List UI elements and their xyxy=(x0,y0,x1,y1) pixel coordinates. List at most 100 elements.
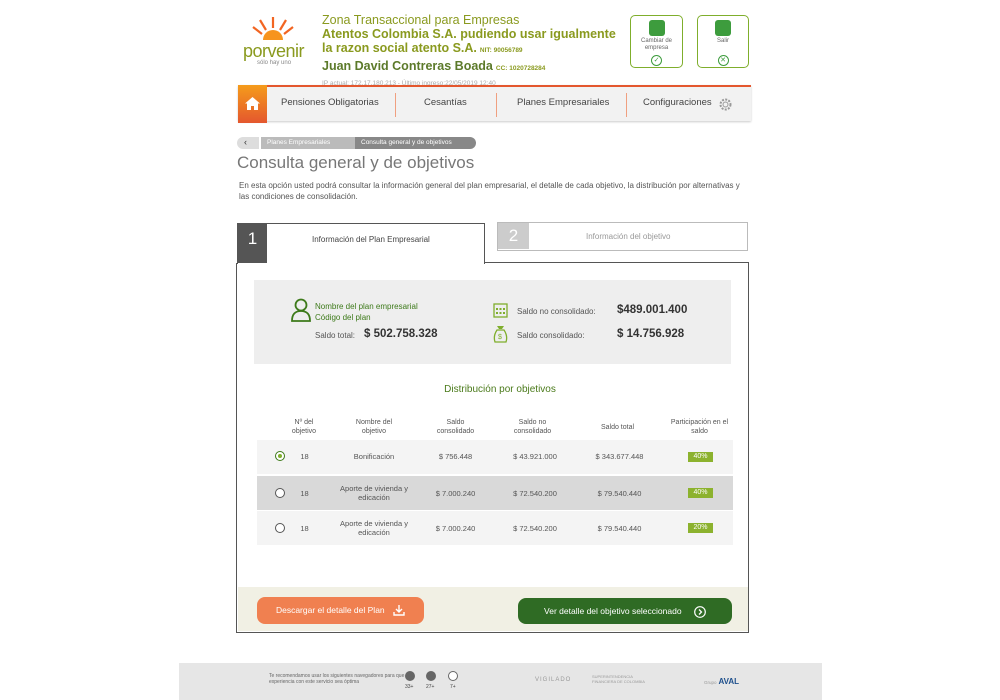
nav-planes[interactable]: Planes Empresariales xyxy=(517,97,609,108)
brand-name: porvenir xyxy=(243,41,305,61)
col-header-consolidated: Saldo consolidado xyxy=(436,419,475,435)
row-unconsolidated: $ 72.540.200 xyxy=(513,489,557,498)
home-icon xyxy=(245,97,260,110)
col-header-name: Nombre del objetivo xyxy=(355,419,393,435)
page-title: Consulta general y de objetivos xyxy=(237,153,475,172)
plan-code-label: Código del plan xyxy=(315,313,371,322)
svg-text:$: $ xyxy=(498,334,502,341)
brand-tagline: sólo hay uno xyxy=(257,60,292,66)
consolidated-value: $ 14.756.928 xyxy=(617,328,685,340)
nav-divider xyxy=(496,93,497,117)
unconsolidated-label: Saldo no consolidado: xyxy=(517,307,596,316)
page-footer: Te recomendamos usar los siguientes nave… xyxy=(179,663,822,700)
company-name-line1: Atentos Colombia S.A. pudiendo usar igua… xyxy=(322,27,616,41)
logout-button[interactable]: Salir ✕ xyxy=(697,15,749,68)
change-company-label: Cambiar de empresa xyxy=(640,38,672,51)
row-number: 18 xyxy=(300,524,309,533)
row-name: Aporte de vivienda y edicación xyxy=(340,519,408,537)
breadcrumb-planes[interactable]: Planes Empresariales xyxy=(261,137,361,149)
row-consolidated: $ 7.000.240 xyxy=(435,489,476,498)
aval-label: AVAL xyxy=(718,677,740,686)
view-objective-button[interactable]: Ver detalle del objetivo seleccionado xyxy=(518,598,732,624)
firefox-icon[interactable] xyxy=(426,671,436,681)
unconsolidated-value: $489.001.400 xyxy=(617,304,688,316)
zone-title: Zona Transaccional para Empresas xyxy=(322,13,520,27)
row-share: 20% xyxy=(688,523,713,533)
nav-divider xyxy=(395,93,396,117)
logout-label: Salir xyxy=(716,38,729,44)
total-label: Saldo total: xyxy=(315,331,356,340)
row-consolidated: $ 7.000.240 xyxy=(435,524,476,533)
gear-icon[interactable] xyxy=(718,97,733,112)
tab-number: 2 xyxy=(498,223,529,249)
nav-cesantias[interactable]: Cesantías xyxy=(424,97,467,108)
nav-configuraciones[interactable]: Configuraciones xyxy=(643,97,712,108)
grupo-aval-logo: Grupo AVAL xyxy=(704,677,739,686)
back-icon[interactable]: ‹ xyxy=(237,137,259,149)
superintendencia-label: SUPERINTENDENCIA FINANCIERA DE COLOMBIA xyxy=(592,674,645,684)
check-icon: ✓ xyxy=(651,55,662,66)
header-info: Zona Transaccional para Empresas Atentos… xyxy=(322,13,622,87)
main-nav: Pensiones Obligatorias Cesantías Planes … xyxy=(238,85,751,123)
table-row[interactable]: 18 Bonificación $ 756.448 $ 43.921.000 $… xyxy=(257,440,733,474)
arrow-right-icon xyxy=(694,605,706,618)
tab-label: Información del Plan Empresarial xyxy=(312,235,430,244)
close-icon: ✕ xyxy=(717,55,729,66)
exit-icon xyxy=(715,20,731,36)
row-total: $ 79.540.440 xyxy=(597,524,642,533)
plan-summary: Nombre del plan empresarial Código del p… xyxy=(254,280,731,364)
company-name-line2: la razon social atento S.A. xyxy=(322,41,477,55)
home-button[interactable] xyxy=(238,85,267,123)
table-row[interactable]: 18 Aporte de vivienda y edicación $ 7.00… xyxy=(257,476,733,510)
distribution-title: Distribución por objetivos xyxy=(444,384,556,395)
sun-icon xyxy=(251,16,295,40)
user-name: Juan David Contreras Boada xyxy=(322,59,493,73)
tab-label: Información del objetivo xyxy=(586,232,671,241)
table-row[interactable]: 18 Aporte de vivienda y edicación $ 7.00… xyxy=(257,511,733,545)
col-header-unconsolidated: Saldo no consolidado xyxy=(513,419,552,435)
row-total: $ 79.540.440 xyxy=(597,489,642,498)
view-objective-label: Ver detalle del objetivo seleccionado xyxy=(544,606,682,616)
porvenir-logo: porvenir sólo hay uno xyxy=(243,16,305,66)
change-company-button[interactable]: Cambiar de empresa ✓ xyxy=(630,15,683,68)
safari-icon[interactable] xyxy=(448,671,458,681)
calendar-icon xyxy=(493,303,508,318)
page-description: En esta opción usted podrá consultar la … xyxy=(239,181,740,201)
cc-label: CC: 1020728284 xyxy=(495,65,546,72)
user-icon xyxy=(291,298,311,322)
firefox-version: 27+ xyxy=(426,684,435,690)
tab-objective-info[interactable]: 2 Información del objetivo xyxy=(497,222,748,251)
breadcrumb-current: Consulta general y de objetivos xyxy=(355,137,476,149)
download-label: Descargar el detalle del Plan xyxy=(275,605,385,615)
nav-divider xyxy=(626,93,627,117)
row-number: 18 xyxy=(300,452,309,461)
chrome-version: 33+ xyxy=(405,684,414,690)
col-header-share: Participación en el saldo xyxy=(670,419,729,435)
row-name: Aporte de vivienda y edicación xyxy=(340,484,408,502)
row-unconsolidated: $ 43.921.000 xyxy=(513,452,557,461)
col-header-total: Saldo total xyxy=(600,424,635,431)
plan-name-label: Nombre del plan empresarial xyxy=(315,302,418,311)
tab-number: 1 xyxy=(238,224,267,263)
chrome-icon[interactable] xyxy=(405,671,415,681)
row-unconsolidated: $ 72.540.200 xyxy=(513,524,557,533)
row-radio[interactable] xyxy=(275,488,285,498)
total-value: $ 502.758.328 xyxy=(364,328,438,340)
row-share: 40% xyxy=(688,488,713,498)
col-header-number: Nº del objetivo xyxy=(291,419,317,435)
nav-pensiones[interactable]: Pensiones Obligatorias xyxy=(281,97,379,108)
row-name: Bonificación xyxy=(353,452,395,461)
download-icon xyxy=(393,605,405,616)
row-radio[interactable] xyxy=(275,451,285,461)
row-consolidated: $ 756.448 xyxy=(438,452,473,461)
row-radio[interactable] xyxy=(275,523,285,533)
download-plan-button[interactable]: Descargar el detalle del Plan xyxy=(257,597,424,624)
row-total: $ 343.677.448 xyxy=(595,452,644,461)
tab-plan-info[interactable]: 1 Información del Plan Empresarial xyxy=(237,223,485,264)
vigilado-label: VIGILADO xyxy=(535,677,572,683)
nit-label: NIT: 90056789 xyxy=(479,47,523,54)
money-bag-icon: $ xyxy=(493,326,508,343)
building-icon xyxy=(648,20,665,36)
safari-version: 7+ xyxy=(450,684,456,690)
consolidated-label: Saldo consolidado: xyxy=(517,331,585,340)
